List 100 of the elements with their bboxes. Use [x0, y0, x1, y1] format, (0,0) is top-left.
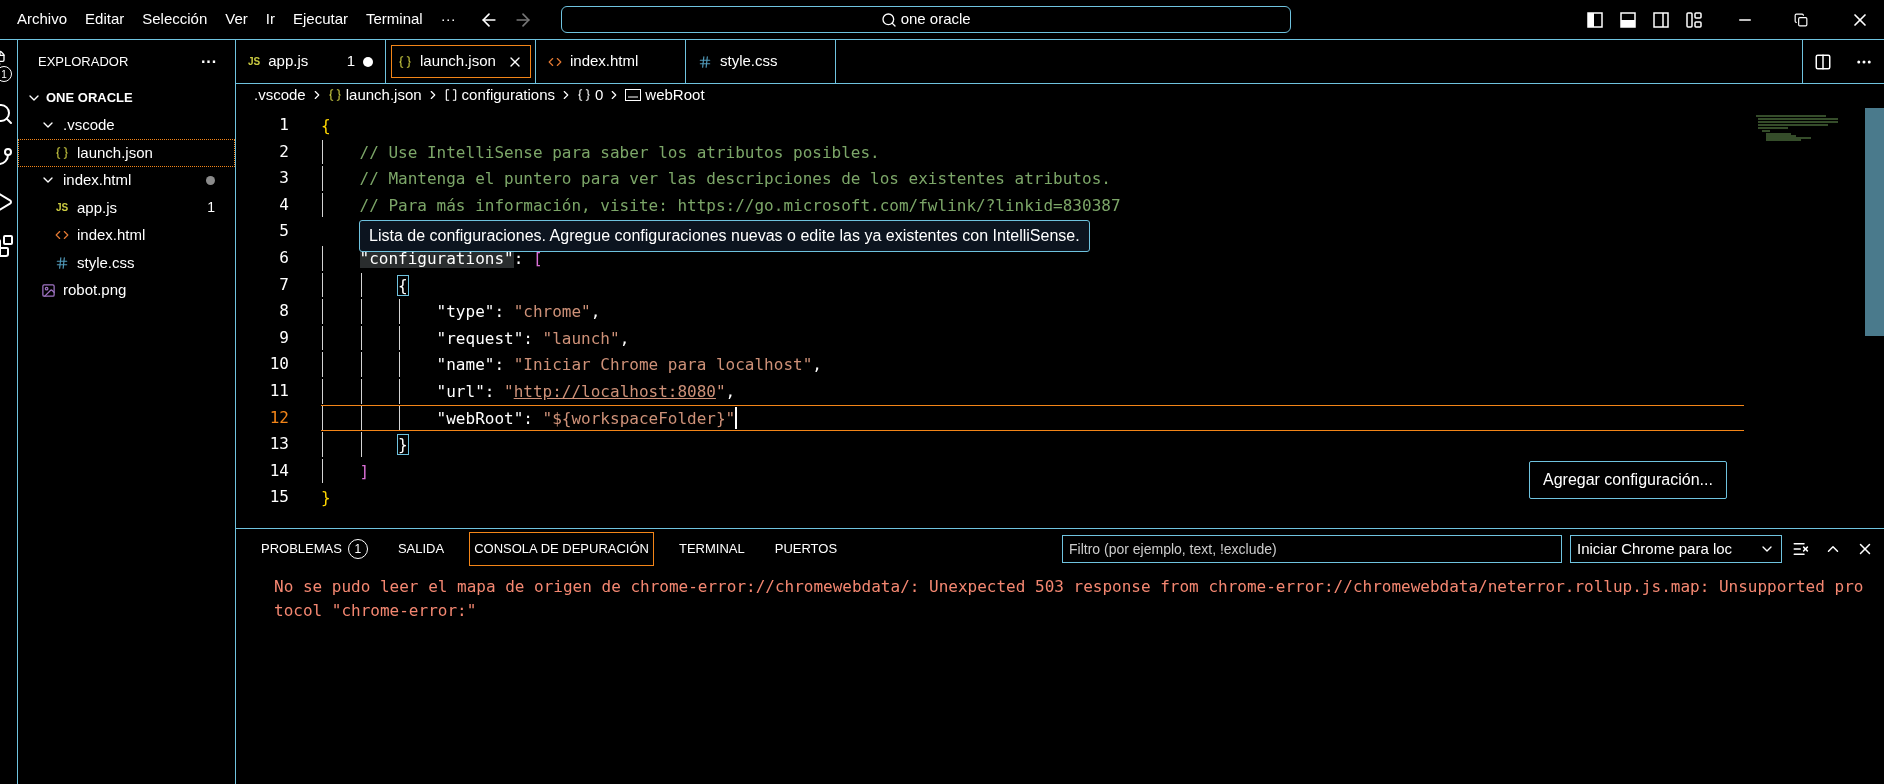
editor-tab[interactable]: index.html [536, 40, 686, 83]
hash-icon [55, 255, 69, 270]
breadcrumb-item[interactable]: webRoot [625, 83, 705, 107]
tree-item[interactable]: ONE ORACLE [18, 84, 235, 112]
code-comment: // Use IntelliSense para saber los atributos posibles. [358, 141, 880, 164]
hover-tooltip: Lista de configuraciones. Agregue configuraciones nuevas o edite las ya existentes con IntelliSense. [359, 220, 1090, 252]
hash-icon [698, 54, 712, 69]
code-token: "chrome" [513, 301, 591, 324]
line-number: 1 [278, 114, 289, 136]
code-token: , [812, 354, 822, 377]
panel-layout-icon[interactable] [1620, 11, 1636, 28]
menu-item[interactable]: Terminal [357, 8, 432, 31]
command-search-field[interactable]: one oracle [560, 6, 1291, 33]
breadcrumb-item[interactable]: configurations [443, 83, 555, 107]
tree-item[interactable]: JS app.js 1 [18, 194, 235, 222]
code-token: "${workspaceFolder}" [542, 407, 736, 430]
menu-item[interactable]: Ir [256, 8, 284, 31]
tree-item[interactable]: .vscode [18, 111, 235, 139]
sidebar-layout-icon[interactable] [1587, 11, 1603, 28]
code-token: } [397, 434, 408, 457]
braces-icon [398, 54, 412, 69]
menu-item[interactable]: Editar [76, 8, 134, 31]
tree-item[interactable]: launch.json [18, 139, 235, 167]
code-token: , [619, 327, 630, 350]
menu-item[interactable]: Ver [216, 8, 257, 31]
code-token: "Iniciar Chrome para localhost" [513, 354, 813, 377]
panel-tab[interactable]: TERMINAL [674, 532, 750, 566]
image-icon [40, 282, 56, 298]
file-name: app.js [77, 197, 119, 218]
panel-tab[interactable]: SALIDA [392, 532, 450, 566]
file-name: style.css [77, 252, 136, 273]
code-token: " [504, 380, 514, 403]
editor-tab[interactable]: JS app.js 1 [236, 40, 386, 83]
search-icon [880, 11, 897, 28]
console-message: No se pudo leer el mapa de origen de chrome-error://chromewebdata/: Unexpected 503 response from chrome-error://chromewebdata/neterror.rollup.js.map: Unsupported protocol "chrome-error:" [274, 576, 1864, 622]
tree-item[interactable]: style.css [18, 249, 235, 277]
file-name: index.html [63, 170, 133, 190]
menu-item[interactable]: ··· [431, 8, 465, 31]
layout-grid-icon[interactable] [1686, 11, 1702, 28]
menu-item[interactable]: Selección [133, 8, 217, 31]
js-file-icon: JS [55, 202, 69, 213]
code-token: : [523, 407, 534, 430]
code-token: "type" [435, 301, 495, 324]
line-number: 10 [268, 353, 289, 376]
clear-console-icon[interactable] [1792, 540, 1810, 558]
line-number: 4 [278, 193, 289, 216]
code-comment: // Para más información, visite: https://go.microsoft.com/fwlink/?linkid=830387 [358, 194, 1121, 217]
scrollbar-thumb[interactable] [1865, 108, 1884, 336]
workspace-name: ONE ORACLE [46, 89, 133, 107]
menu-item[interactable]: Ejecutar [283, 8, 357, 31]
line-number: 5 [278, 220, 289, 243]
session-dropdown[interactable]: Iniciar Chrome para loc [1570, 535, 1782, 563]
breadcrumb-item[interactable]: launch.json [327, 83, 422, 107]
editor-tab[interactable]: launch.json [386, 40, 536, 83]
code-token: , [725, 380, 736, 403]
problem-count: 1 [207, 198, 215, 218]
line-number: 8 [278, 300, 289, 323]
filter-field[interactable]: Filtro (por ejemplo, text, !exclude) [1062, 535, 1562, 563]
tree-item[interactable]: robot.png [18, 276, 235, 304]
code-token: "url" [435, 380, 485, 403]
line-number: 13 [268, 433, 289, 456]
panel-tab[interactable]: PROBLEMAS 1 [256, 532, 373, 566]
tree-item[interactable]: index.html [18, 221, 235, 249]
menu-item[interactable]: Archivo [8, 8, 77, 31]
restore-icon[interactable] [1794, 12, 1808, 27]
code-token: http://localhost:8080 [513, 380, 716, 403]
code-token: } [321, 487, 331, 510]
line-number: 2 [278, 140, 289, 163]
code-token: "request" [435, 327, 524, 350]
code-token: "launch" [542, 327, 620, 350]
code-token: "webRoot" [435, 407, 524, 430]
search-value: one oracle [900, 9, 971, 30]
line-number: 15 [268, 486, 289, 509]
code-token: : [494, 354, 506, 377]
breadcrumb-item[interactable]: .vscode [254, 83, 306, 107]
split-editor-icon[interactable] [1814, 52, 1833, 71]
code-token: { [397, 274, 408, 297]
panel-tab[interactable]: CONSOLA DE DEPURACIÓN [469, 532, 654, 566]
tree-item[interactable]: index.html [18, 166, 235, 194]
code-token: : [494, 301, 506, 324]
code-token: " [715, 380, 726, 403]
file-name: .vscode [63, 115, 116, 135]
line-number: 14 [268, 459, 289, 482]
breadcrumb-item[interactable]: 0 [577, 83, 604, 107]
more-actions[interactable]: ··· [201, 50, 217, 74]
code-token: , [590, 301, 601, 324]
line-number: 12 [268, 406, 289, 429]
braces-icon [55, 145, 69, 160]
code-token: { [321, 115, 331, 137]
split-layout-icon[interactable] [1653, 11, 1669, 28]
add-configuration-button[interactable]: Agregar configuración... [1529, 461, 1727, 499]
text-cursor [735, 406, 738, 429]
code-comment: // Mantenga el puntero para ver las descripciones de los existentes atributos. [358, 168, 1111, 191]
code-token: : [523, 327, 534, 350]
file-name: index.html [77, 225, 147, 245]
editor-tab[interactable]: style.css [686, 40, 836, 83]
brackets-icon [443, 88, 458, 102]
code-token: : [484, 380, 496, 403]
panel-tab[interactable]: PUERTOS [769, 532, 843, 566]
sidebar-title: EXPLORADOR [38, 53, 130, 72]
